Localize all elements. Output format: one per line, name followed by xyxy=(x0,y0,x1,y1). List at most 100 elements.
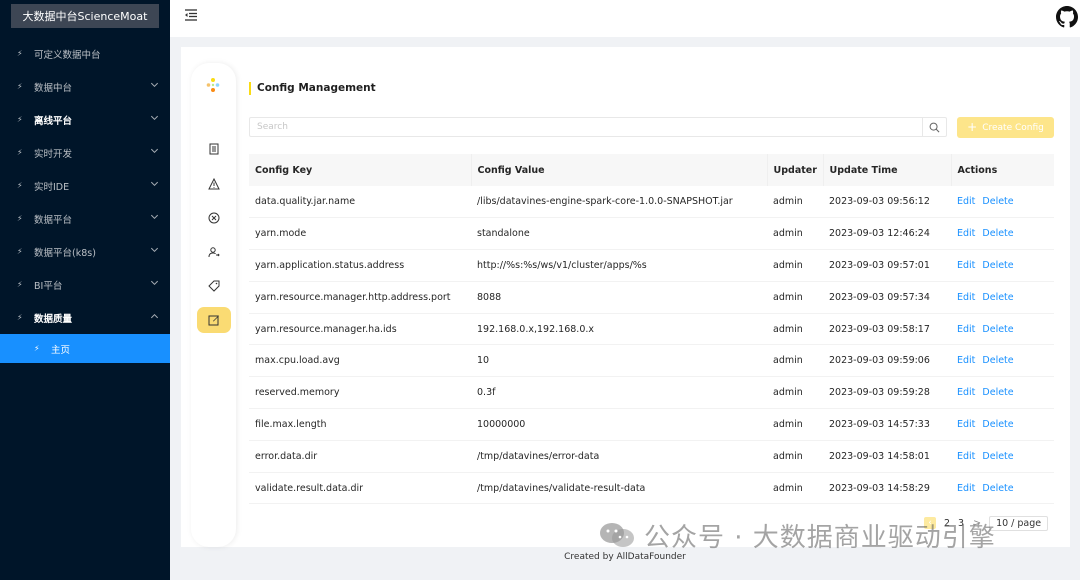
delete-link[interactable]: Delete xyxy=(982,228,1013,239)
table-cell: data.quality.jar.name xyxy=(249,186,471,219)
plus-icon: + xyxy=(967,120,978,134)
table-cell: /tmp/datavines/error-data xyxy=(471,440,767,473)
table-cell: yarn.mode xyxy=(249,217,471,251)
thunderbolt-icon: ⚡ xyxy=(17,247,23,256)
create-config-label: Create Config xyxy=(982,122,1044,133)
delete-link[interactable]: Delete xyxy=(982,387,1013,398)
chevron-down-icon xyxy=(150,244,159,253)
table-cell: 0.3f xyxy=(471,376,767,410)
delete-link[interactable]: Delete xyxy=(982,451,1013,462)
table-cell: 2023-09-03 14:58:29 xyxy=(823,472,951,505)
footer: Created by AllDataFounder xyxy=(564,552,686,562)
table-cell: yarn.resource.manager.http.address.port xyxy=(249,281,471,314)
content-card: Config Management + Create Config Config… xyxy=(181,47,1070,547)
search-box xyxy=(249,117,947,137)
edit-link[interactable]: Edit xyxy=(957,451,975,462)
list-icon[interactable] xyxy=(197,136,231,162)
table-cell: 2023-09-03 09:59:28 xyxy=(823,376,951,410)
delete-link[interactable]: Delete xyxy=(982,292,1013,303)
table-cell: standalone xyxy=(471,217,767,251)
user-switch-icon[interactable] xyxy=(197,239,231,265)
edit-link[interactable]: Edit xyxy=(957,387,975,398)
delete-link[interactable]: Delete xyxy=(982,324,1013,335)
actions-cell: Edit Delete xyxy=(951,313,1054,346)
sidebar-item-label: 可定义数据中台 xyxy=(34,49,101,61)
table-cell: admin xyxy=(767,472,823,505)
thunderbolt-icon: ⚡ xyxy=(17,214,23,223)
chevron-down-icon xyxy=(150,145,159,154)
sidebar-item[interactable]: ⚡ 数据平台(k8s) xyxy=(0,235,170,268)
search-input[interactable] xyxy=(250,118,922,136)
delete-link[interactable]: Delete xyxy=(982,196,1013,207)
search-button[interactable] xyxy=(922,118,946,136)
sidebar-item[interactable]: ⚡ BI平台 xyxy=(0,268,170,301)
edit-link[interactable]: Edit xyxy=(957,260,975,271)
chevron-down-icon xyxy=(150,277,159,286)
column-header: Config Key xyxy=(249,154,472,186)
table-row: validate.result.data.dir/tmp/datavines/v… xyxy=(249,472,1054,505)
sidebar-item[interactable]: ⚡ 可定义数据中台 xyxy=(0,37,170,70)
table-row: reserved.memory 0.3f admin 2023-09-03 09:59… xyxy=(249,376,1054,410)
column-header: Config Value xyxy=(471,154,768,186)
table-body: data.quality.jar.name/libs/datavines-eng… xyxy=(249,186,1054,505)
menu-fold-icon[interactable] xyxy=(184,8,198,22)
sidebar-item[interactable]: ⚡ 实时IDE xyxy=(0,169,170,202)
close-circle-icon[interactable] xyxy=(197,205,231,231)
table-cell: admin xyxy=(767,344,823,378)
table-cell: error.data.dir xyxy=(249,440,471,473)
delete-link[interactable]: Delete xyxy=(982,483,1013,494)
page-size-select[interactable]: 10 / page xyxy=(989,515,1049,531)
watermark-text: 公众号 · 大数据商业驱动引擎 xyxy=(644,522,996,553)
sidebar-item[interactable]: ⚡ 实时开发 xyxy=(0,136,170,169)
actions-cell: Edit Delete xyxy=(951,440,1054,473)
sidebar: 大数据中台ScienceMoat ⚡ 可定义数据中台 ⚡ 数据中台 ⚡ 离线平台 ⚡ 实时开发… xyxy=(0,0,170,580)
table-cell: 2023-09-03 12:46:24 xyxy=(823,217,951,251)
top-header xyxy=(170,0,1080,37)
thunderbolt-icon: ⚡ xyxy=(17,115,23,124)
chevron-down-icon xyxy=(150,178,159,187)
sidebar-item[interactable]: ⚡ 数据中台 xyxy=(0,70,170,103)
sidebar-item[interactable]: ⚡ 数据平台 xyxy=(0,202,170,235)
edit-link[interactable]: Edit xyxy=(957,228,975,239)
tag-icon[interactable] xyxy=(197,273,231,299)
table-cell: reserved.memory xyxy=(249,376,471,410)
thunderbolt-icon: ⚡ xyxy=(17,280,23,289)
delete-link[interactable]: Delete xyxy=(982,419,1013,430)
edit-link[interactable]: Edit xyxy=(957,196,975,207)
thunderbolt-icon: ⚡ xyxy=(17,49,23,58)
actions-cell: Edit Delete xyxy=(951,344,1054,378)
table-cell: max.cpu.load.avg xyxy=(249,344,471,378)
table-row: yarn.resource.manager.ha.ids 192.168.0.x,… xyxy=(249,313,1054,346)
create-config-button[interactable]: + Create Config xyxy=(957,117,1054,138)
table-cell: http://%s:%s/ws/v1/cluster/apps/%s xyxy=(471,249,767,282)
app-title: 大数据中台ScienceMoat xyxy=(11,4,159,28)
table-cell: admin xyxy=(767,281,823,314)
config-edit-icon[interactable] xyxy=(197,307,231,333)
sidebar-item-label: 数据平台 xyxy=(34,214,73,226)
table-cell: 2023-09-03 09:58:17 xyxy=(823,313,951,346)
sidebar-item[interactable]: ⚡ 离线平台 xyxy=(0,103,170,136)
actions-cell: Edit Delete xyxy=(951,376,1054,410)
sidebar-item[interactable]: ⚡ 数据质量 xyxy=(0,301,170,334)
search-icon xyxy=(929,122,940,132)
edit-link[interactable]: Edit xyxy=(957,355,975,366)
github-icon[interactable] xyxy=(1056,6,1078,28)
edit-link[interactable]: Edit xyxy=(957,292,975,303)
sidebar-item-home[interactable]: ⚡ 主页 xyxy=(0,334,170,363)
edit-link[interactable]: Edit xyxy=(957,419,975,430)
table-cell: admin xyxy=(767,440,823,473)
table-cell: file.max.length xyxy=(249,408,471,441)
table-row: max.cpu.load.avg 10 admin 2023-09-03 09:59:… xyxy=(249,344,1054,378)
thunderbolt-icon: ⚡ xyxy=(17,82,23,91)
wechat-icon xyxy=(600,523,634,547)
edit-link[interactable]: Edit xyxy=(957,483,975,494)
delete-link[interactable]: Delete xyxy=(982,355,1013,366)
warning-icon[interactable] xyxy=(197,171,231,197)
table-cell: /tmp/datavines/validate-result-data xyxy=(471,472,767,505)
column-header: Update Time xyxy=(823,154,952,186)
delete-link[interactable]: Delete xyxy=(982,260,1013,271)
actions-cell: Edit Delete xyxy=(951,186,1054,219)
column-header: Actions xyxy=(951,154,1054,186)
edit-link[interactable]: Edit xyxy=(957,324,975,335)
table-cell: admin xyxy=(767,376,823,410)
